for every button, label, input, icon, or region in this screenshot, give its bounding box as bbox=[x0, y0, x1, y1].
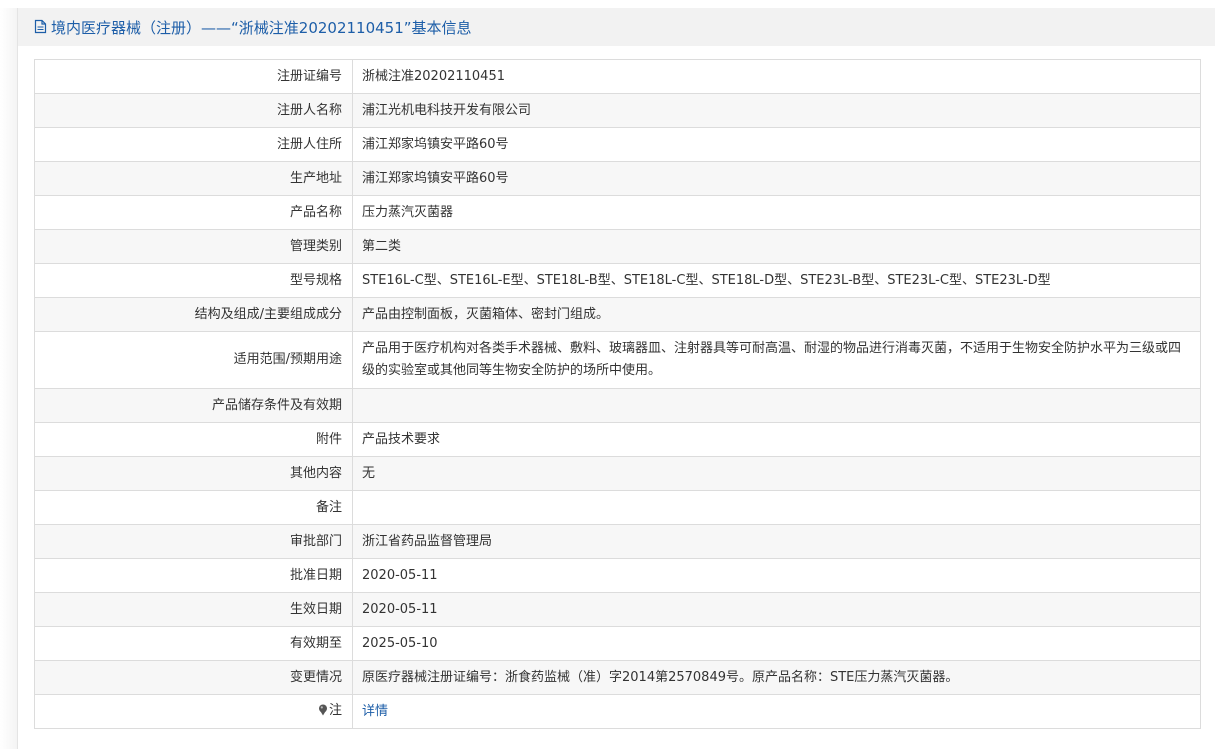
table-row: 管理类别 第二类 bbox=[34, 229, 1201, 264]
info-table-wrap: 注册证编号 浙械注准20202110451 注册人名称 浦江光机电科技开发有限公司 … bbox=[34, 59, 1201, 729]
row-label: 产品名称 bbox=[34, 195, 353, 230]
row-label: 备注 bbox=[34, 490, 353, 525]
info-table: 注册证编号 浙械注准20202110451 注册人名称 浦江光机电科技开发有限公司 … bbox=[34, 59, 1201, 729]
row-label: 注册人住所 bbox=[34, 127, 353, 162]
row-value: 无 bbox=[352, 456, 1201, 491]
row-label: 审批部门 bbox=[34, 524, 353, 559]
row-value: STE16L-C型、STE16L-E型、STE18L-B型、STE18L-C型、… bbox=[352, 263, 1201, 298]
info-panel: 境内医疗器械（注册）——“浙械注准20202110451”基本信息 注册证编号浙… bbox=[17, 8, 1215, 749]
row-label: 其他内容 bbox=[34, 456, 353, 491]
table-row: 注册人住所 浦江郑家坞镇安平路60号 bbox=[34, 127, 1201, 162]
row-label: 产品储存条件及有效期 bbox=[34, 388, 353, 423]
row-value: 产品由控制面板，灭菌箱体、密封门组成。 bbox=[352, 297, 1201, 332]
panel-header: 境内医疗器械（注册）——“浙械注准20202110451”基本信息 bbox=[18, 8, 1215, 46]
row-value: 压力蒸汽灭菌器 bbox=[352, 195, 1201, 230]
document-icon bbox=[34, 19, 48, 35]
row-value bbox=[352, 490, 1201, 525]
row-value bbox=[352, 388, 1201, 423]
row-value: 2020-05-11 bbox=[352, 558, 1201, 593]
details-link[interactable]: 详情 bbox=[362, 704, 388, 719]
table-row: 变更情况 原医疗器械注册证编号：浙食药监械（准）字2014第2570849号。原产… bbox=[34, 660, 1201, 695]
row-label: 生产地址 bbox=[34, 161, 353, 196]
table-row: 备注 bbox=[34, 490, 1201, 525]
row-value: 产品用于医疗机构对各类手术器械、敷料、玻璃器皿、注射器具等可耐高温、耐湿的物品进… bbox=[352, 331, 1201, 389]
row-label: 附件 bbox=[34, 422, 353, 457]
note-value-cell: 详情 bbox=[352, 694, 1201, 729]
row-value: 2025-05-10 bbox=[352, 626, 1201, 661]
table-row: 有效期至 2025-05-10 bbox=[34, 626, 1201, 661]
row-label: 生效日期 bbox=[34, 592, 353, 627]
row-label: 批准日期 bbox=[34, 558, 353, 593]
row-value: 浙械注准20202110451 bbox=[352, 59, 1201, 94]
row-value: 第二类 bbox=[352, 229, 1201, 264]
row-label: 有效期至 bbox=[34, 626, 353, 661]
row-value: 浙江省药品监督管理局 bbox=[352, 524, 1201, 559]
row-label: 注册人名称 bbox=[34, 93, 353, 128]
table-row: 注册证编号 浙械注准20202110451 bbox=[34, 59, 1201, 94]
table-row: 审批部门 浙江省药品监督管理局 bbox=[34, 524, 1201, 559]
table-row: 生效日期 2020-05-11 bbox=[34, 592, 1201, 627]
row-value: 浦江郑家坞镇安平路60号 bbox=[352, 161, 1201, 196]
table-row: 生产地址 浦江郑家坞镇安平路60号 bbox=[34, 161, 1201, 196]
table-row: 适用范围/预期用途 产品用于医疗机构对各类手术器械、敷料、玻璃器皿、注射器具等可耐… bbox=[34, 331, 1201, 389]
table-row: 其他内容无 bbox=[34, 456, 1201, 491]
note-label-cell: 注 bbox=[34, 694, 353, 729]
table-row: 产品名称 压力蒸汽灭菌器 bbox=[34, 195, 1201, 230]
left-gutter bbox=[0, 8, 17, 749]
table-row: 注册人名称 浦江光机电科技开发有限公司 bbox=[34, 93, 1201, 128]
table-row: 结构及组成/主要组成成分 产品由控制面板，灭菌箱体、密封门组成。 bbox=[34, 297, 1201, 332]
row-value: 产品技术要求 bbox=[352, 422, 1201, 457]
row-value: 浦江光机电科技开发有限公司 bbox=[352, 93, 1201, 128]
row-label: 适用范围/预期用途 bbox=[34, 331, 353, 389]
table-row: 批准日期 2020-05-11 bbox=[34, 558, 1201, 593]
page: 境内医疗器械（注册）——“浙械注准20202110451”基本信息 注册证编号浙… bbox=[0, 0, 1215, 749]
table-row: 型号规格 STE16L-C型、STE16L-E型、STE18L-B型、STE18L… bbox=[34, 263, 1201, 298]
row-label: 结构及组成/主要组成成分 bbox=[34, 297, 353, 332]
row-label: 变更情况 bbox=[34, 660, 353, 695]
pin-icon bbox=[318, 702, 328, 724]
note-label: 注 bbox=[328, 702, 342, 718]
row-value: 浦江郑家坞镇安平路60号 bbox=[352, 127, 1201, 162]
row-value: 原医疗器械注册证编号：浙食药监械（准）字2014第2570849号。原产品名称：… bbox=[352, 660, 1201, 695]
row-label: 注册证编号 bbox=[34, 59, 353, 94]
table-row-note: 注 详情 bbox=[34, 694, 1201, 729]
table-row: 产品储存条件及有效期 bbox=[34, 388, 1201, 423]
page-title: 境内医疗器械（注册）——“浙械注准20202110451”基本信息 bbox=[51, 18, 472, 37]
row-label: 管理类别 bbox=[34, 229, 353, 264]
row-value: 2020-05-11 bbox=[352, 592, 1201, 627]
row-label: 型号规格 bbox=[34, 263, 353, 298]
table-row: 附件 产品技术要求 bbox=[34, 422, 1201, 457]
